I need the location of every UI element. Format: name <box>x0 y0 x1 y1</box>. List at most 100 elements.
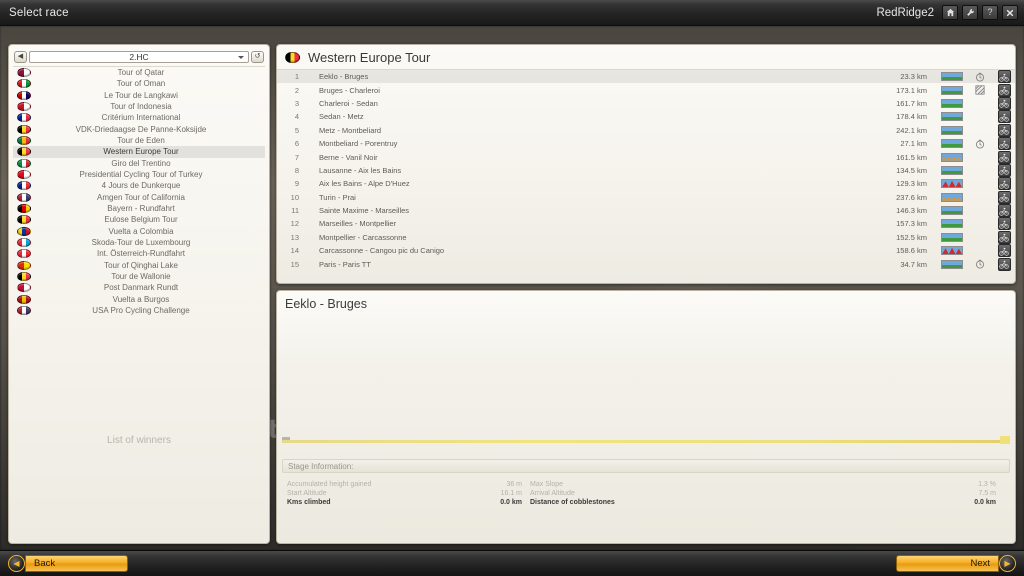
race-list-item[interactable]: Vuelta a Burgos <box>13 294 265 305</box>
race-name-label: Tour of Qatar <box>117 68 165 78</box>
filter-next-button[interactable]: ↺ <box>251 50 264 63</box>
info-label-secondary: Arrival Altitude <box>530 490 575 497</box>
filter-prev-button[interactable]: ◀ <box>14 50 27 63</box>
wrench-icon[interactable] <box>962 5 978 20</box>
stage-special-cell <box>967 139 993 149</box>
back-arrow-icon: ◀ <box>8 555 25 572</box>
profile-mountain-icon <box>941 179 963 189</box>
race-list-item[interactable]: Tour of Qatar <box>13 67 265 78</box>
race-list-item[interactable]: Vuelta a Colombia <box>13 226 265 237</box>
race-list-item[interactable]: Critérium International <box>13 112 265 123</box>
stage-action-cell <box>993 163 1015 177</box>
race-list-item[interactable]: Le Tour de Langkawi <box>13 90 265 101</box>
race-list-item[interactable]: Tour of Oman <box>13 78 265 89</box>
country-flag-icon <box>17 136 31 146</box>
rider-icon[interactable] <box>997 217 1011 231</box>
stage-distance: 134.5 km <box>896 165 927 175</box>
info-value-secondary: 1.3 % <box>978 481 996 488</box>
stage-profile-cell <box>937 259 967 269</box>
info-label: Accumulated height gained <box>287 481 372 488</box>
stage-row[interactable]: 5 Metz - Montbeliard 242.1 km <box>277 123 1015 137</box>
country-flag-icon <box>17 294 31 304</box>
rider-icon[interactable] <box>997 204 1011 218</box>
stage-row[interactable]: 11 Sainte Maxime - Marseilles 146.3 km <box>277 204 1015 218</box>
stage-row[interactable]: 10 Turin - Prai 237.6 km <box>277 190 1015 204</box>
race-name-label: Post Danmark Rundt <box>103 283 179 293</box>
rider-icon[interactable] <box>997 230 1011 244</box>
country-flag-icon <box>17 238 31 248</box>
race-list-item[interactable]: Presidential Cycling Tour of Turkey <box>13 169 265 180</box>
race-name-label: VDK-Driedaagse De Panne-Koksijde <box>75 124 207 134</box>
race-list-item[interactable]: Bayern - Rundfahrt <box>13 203 265 214</box>
race-list-item[interactable]: Skoda-Tour de Luxembourg <box>13 237 265 248</box>
race-list-item[interactable]: USA Pro Cycling Challenge <box>13 305 265 316</box>
race-list-item[interactable]: Post Danmark Rundt <box>13 282 265 293</box>
race-list-item[interactable]: VDK-Driedaagse De Panne-Koksijde <box>13 124 265 135</box>
race-name-label: Giro del Trentino <box>111 158 171 168</box>
race-name-label: Tour de Wallonie <box>111 272 171 282</box>
stage-row[interactable]: 9 Aix les Bains - Alpe D'Huez 129.3 km <box>277 177 1015 191</box>
stage-row[interactable]: 13 Montpellier - Carcassonne 152.5 km <box>277 230 1015 244</box>
rider-icon[interactable] <box>997 190 1011 204</box>
race-name-label: Critérium International <box>101 113 181 123</box>
stage-action-cell <box>993 177 1015 191</box>
next-button[interactable]: Next ▶ <box>896 555 1016 572</box>
race-list-item[interactable]: Tour of Indonesia <box>13 101 265 112</box>
race-list-item[interactable]: Tour de Wallonie <box>13 271 265 282</box>
race-list[interactable]: Tour of Qatar Tour of Oman Le Tour de Lang… <box>13 66 265 471</box>
stage-row[interactable]: 1 Eeklo - Bruges 23.3 km <box>277 70 1015 84</box>
rider-icon[interactable] <box>997 70 1011 84</box>
stage-action-cell <box>993 70 1015 84</box>
stage-action-cell <box>993 230 1015 244</box>
stage-row[interactable]: 2 Bruges - Charleroi 173.1 km <box>277 83 1015 97</box>
rider-icon[interactable] <box>997 123 1011 137</box>
stage-number: 8 <box>294 165 299 175</box>
stage-row[interactable]: 14 Carcassonne - Cangou pic du Canigo 158.… <box>277 244 1015 258</box>
stage-row[interactable]: 6 Montbeliard - Porentruy 27.1 km <box>277 137 1015 151</box>
profile-flat-icon <box>941 112 963 122</box>
stage-row[interactable]: 7 Berne - Vanil Noir 161.5 km <box>277 150 1015 164</box>
stage-name: Berne - Vanil Noir <box>319 152 378 162</box>
race-list-item[interactable]: Tour of Qinghai Lake <box>13 260 265 271</box>
rider-icon[interactable] <box>997 177 1011 191</box>
race-list-item[interactable]: Tour de Eden <box>13 135 265 146</box>
stage-number: 13 <box>290 232 299 242</box>
race-list-item[interactable]: 4 Jours de Dunkerque <box>13 180 265 191</box>
stage-name: Sedan - Metz <box>319 112 364 122</box>
stage-list[interactable]: 1 Eeklo - Bruges 23.3 km 2 Bruges - Charlero… <box>277 70 1015 271</box>
race-list-item[interactable]: Int. Österreich-Rundfahrt <box>13 248 265 259</box>
filter-value[interactable]: 2.HC <box>29 50 249 63</box>
country-flag-icon <box>17 147 31 157</box>
home-icon[interactable] <box>942 5 958 20</box>
close-icon[interactable] <box>1002 5 1018 20</box>
race-list-item[interactable]: Western Europe Tour <box>13 146 265 158</box>
list-of-winners-label[interactable]: List of winners <box>9 435 269 446</box>
rider-icon[interactable] <box>997 150 1011 164</box>
stage-distance: 23.3 km <box>900 72 927 82</box>
rider-icon[interactable] <box>997 83 1011 97</box>
stage-row[interactable]: 8 Lausanne - Aix les Bains 134.5 km <box>277 163 1015 177</box>
stage-row[interactable]: 15 Paris - Paris TT 34.7 km <box>277 257 1015 271</box>
back-button[interactable]: ◀ Back <box>8 555 128 572</box>
race-name-label: Le Tour de Langkawi <box>104 90 178 100</box>
stage-detail-title: Eeklo - Bruges <box>285 297 367 311</box>
stage-row[interactable]: 12 Marseilles - Montpellier 157.3 km <box>277 217 1015 231</box>
help-icon[interactable]: ? <box>982 5 998 20</box>
stage-row[interactable]: 3 Charleroi - Sedan 161.7 km <box>277 96 1015 110</box>
race-list-item[interactable]: Giro del Trentino <box>13 158 265 169</box>
stage-distance: 242.1 km <box>896 125 927 135</box>
rider-icon[interactable] <box>997 137 1011 151</box>
race-name-label: USA Pro Cycling Challenge <box>92 306 190 316</box>
chevron-down-icon <box>238 55 244 59</box>
race-list-item[interactable]: Amgen Tour of California <box>13 192 265 203</box>
stage-number: 6 <box>294 139 299 149</box>
race-list-item[interactable]: Eulose Belgium Tour <box>13 214 265 225</box>
rider-icon[interactable] <box>997 244 1011 258</box>
rider-icon[interactable] <box>997 257 1011 271</box>
rider-icon[interactable] <box>997 110 1011 124</box>
race-category-filter[interactable]: ◀ 2.HC ↺ <box>14 50 264 63</box>
elevation-profile-graph <box>282 431 1010 451</box>
rider-icon[interactable] <box>997 96 1011 110</box>
rider-icon[interactable] <box>997 163 1011 177</box>
stage-row[interactable]: 4 Sedan - Metz 178.4 km <box>277 110 1015 124</box>
